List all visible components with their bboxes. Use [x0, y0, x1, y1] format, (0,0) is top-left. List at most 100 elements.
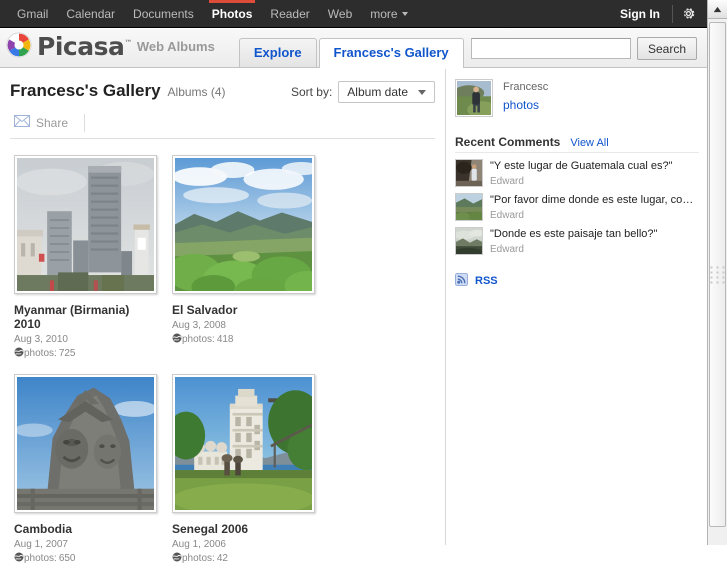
chevron-down-icon	[418, 90, 426, 95]
comment-item[interactable]: "Donde es este paisaje tan bello?" Edwar…	[455, 227, 699, 255]
profile-name: Francesc	[503, 81, 548, 93]
rss-label: RSS	[475, 275, 498, 287]
search-button[interactable]: Search	[637, 37, 697, 60]
album-card[interactable]: El Salvador Aug 3, 2008 photos: 418	[172, 155, 330, 360]
gallery-title-row: Francesc's Gallery Albums (4) Sort by: A…	[0, 69, 445, 103]
share-button[interactable]: Share	[10, 113, 76, 132]
photos-globe-icon	[172, 552, 182, 565]
profile-photos-link[interactable]: photos	[503, 98, 539, 112]
albums-main-column: Francesc's Gallery Albums (4) Sort by: A…	[0, 69, 446, 545]
album-photo-count: photos: 42	[172, 552, 330, 565]
photos-count-value: 418	[217, 334, 234, 345]
photos-count-value: 650	[59, 553, 76, 564]
albums-grid: Myanmar (Birmania) 2010 Aug 3, 2010 phot…	[0, 139, 445, 579]
picasa-logo-text: Picasa	[37, 32, 124, 61]
album-title[interactable]: Cambodia	[14, 522, 154, 536]
comment-body: "Y este lugar de Guatemala cual es?" Edw…	[490, 159, 673, 187]
search-area: Search	[471, 37, 707, 67]
profile-info: Francesc photos	[503, 79, 548, 112]
comment-author: Edward	[490, 210, 699, 221]
page-scrollbar[interactable]	[707, 0, 727, 545]
comment-body: "Donde es este paisaje tan bello?" Edwar…	[490, 227, 657, 255]
comment-item[interactable]: "Y este lugar de Guatemala cual es?" Edw…	[455, 159, 699, 187]
comment-author: Edward	[490, 244, 657, 255]
google-bar-right: Sign In	[608, 0, 707, 28]
album-photo-count: photos: 650	[14, 552, 172, 565]
chevron-down-icon	[402, 12, 408, 16]
gbar-link-web[interactable]: Web	[319, 0, 361, 28]
recent-comments-header: Recent Comments View All	[455, 135, 699, 153]
comment-text: "Por favor dime donde es este lugar, com…	[490, 193, 699, 207]
gbar-link-more[interactable]: more	[361, 0, 416, 28]
comment-text: "Y este lugar de Guatemala cual es?"	[490, 159, 673, 173]
comment-thumbnail[interactable]	[455, 193, 483, 221]
album-thumb-cambodia[interactable]	[14, 374, 157, 513]
google-top-bar: Gmail Calendar Documents Photos Reader W…	[0, 0, 707, 28]
comment-item[interactable]: "Por favor dime donde es este lugar, com…	[455, 193, 699, 221]
photos-count-value: 42	[217, 553, 228, 564]
profile-block: Francesc photos	[455, 79, 699, 117]
view-all-link[interactable]: View All	[570, 137, 608, 149]
albums-count: Albums (4)	[168, 85, 226, 99]
sort-by-value: Album date	[347, 85, 408, 99]
avatar[interactable]	[455, 79, 493, 117]
envelope-icon	[14, 115, 30, 130]
gbar-more-label: more	[370, 7, 397, 21]
toolbar-divider	[84, 114, 85, 132]
picasa-wordmark: Picasa™	[37, 32, 132, 61]
comment-thumbnail[interactable]	[455, 227, 483, 255]
right-sidebar: Francesc photos Recent Comments View All	[447, 69, 707, 545]
gbar-link-photos[interactable]: Photos	[203, 0, 262, 28]
album-card[interactable]: Cambodia Aug 1, 2007 photos: 650	[14, 374, 172, 565]
sign-in-link[interactable]: Sign In	[608, 0, 672, 28]
gear-icon[interactable]	[673, 0, 703, 28]
scrollbar-grip	[710, 266, 725, 283]
album-card[interactable]: Myanmar (Birmania) 2010 Aug 3, 2010 phot…	[14, 155, 172, 360]
photos-label: photos:	[24, 553, 57, 564]
scrollbar-thumb[interactable]	[709, 22, 726, 527]
picasa-pinwheel-icon	[6, 32, 32, 61]
album-photo-count: photos: 725	[14, 347, 172, 360]
picasa-logo[interactable]: Picasa™ Web Albums	[0, 32, 215, 67]
gbar-link-gmail[interactable]: Gmail	[8, 0, 57, 28]
google-service-links: Gmail Calendar Documents Photos Reader W…	[0, 0, 417, 28]
sort-by-dropdown[interactable]: Album date	[338, 81, 435, 103]
album-title[interactable]: El Salvador	[172, 303, 312, 317]
recent-comments-title: Recent Comments	[455, 135, 560, 149]
photos-count-value: 725	[59, 348, 76, 359]
scroll-up-arrow-icon[interactable]	[708, 0, 727, 19]
album-title[interactable]: Myanmar (Birmania) 2010	[14, 303, 154, 331]
comment-author: Edward	[490, 176, 673, 187]
comment-text: "Donde es este paisaje tan bello?"	[490, 227, 657, 241]
share-label: Share	[36, 116, 68, 130]
album-title[interactable]: Senegal 2006	[172, 522, 312, 536]
comment-thumbnail[interactable]	[455, 159, 483, 187]
photos-label: photos:	[182, 334, 215, 345]
tab-explore[interactable]: Explore	[239, 38, 317, 67]
tab-francescs-gallery[interactable]: Francesc's Gallery	[319, 38, 464, 68]
gbar-link-calendar[interactable]: Calendar	[57, 0, 124, 28]
album-thumb-myanmar[interactable]	[14, 155, 157, 294]
picasa-logo-subtitle: Web Albums	[137, 39, 215, 54]
album-date: Aug 3, 2008	[172, 320, 330, 331]
albums-toolbar: Share	[10, 113, 435, 139]
header-tabs: Explore Francesc's Gallery	[239, 38, 466, 67]
gbar-link-reader[interactable]: Reader	[261, 0, 318, 28]
trademark-symbol: ™	[124, 39, 132, 48]
album-thumb-el-salvador[interactable]	[172, 155, 315, 294]
sort-control: Sort by: Album date	[291, 81, 435, 103]
rss-link[interactable]: RSS	[455, 273, 699, 289]
album-card[interactable]: Senegal 2006 Aug 1, 2006 photos: 42	[172, 374, 330, 565]
rss-icon	[455, 273, 468, 289]
sort-by-label: Sort by:	[291, 85, 332, 99]
page-content: Francesc's Gallery Albums (4) Sort by: A…	[0, 69, 707, 545]
photos-globe-icon	[14, 552, 24, 565]
search-input[interactable]	[471, 38, 631, 59]
album-photo-count: photos: 418	[172, 333, 330, 346]
gbar-link-documents[interactable]: Documents	[124, 0, 203, 28]
picasa-header: Picasa™ Web Albums Explore Francesc's Ga…	[0, 29, 707, 68]
album-date: Aug 3, 2010	[14, 334, 172, 345]
page-title: Francesc's Gallery	[10, 81, 161, 101]
photos-label: photos:	[182, 553, 215, 564]
album-thumb-senegal[interactable]	[172, 374, 315, 513]
